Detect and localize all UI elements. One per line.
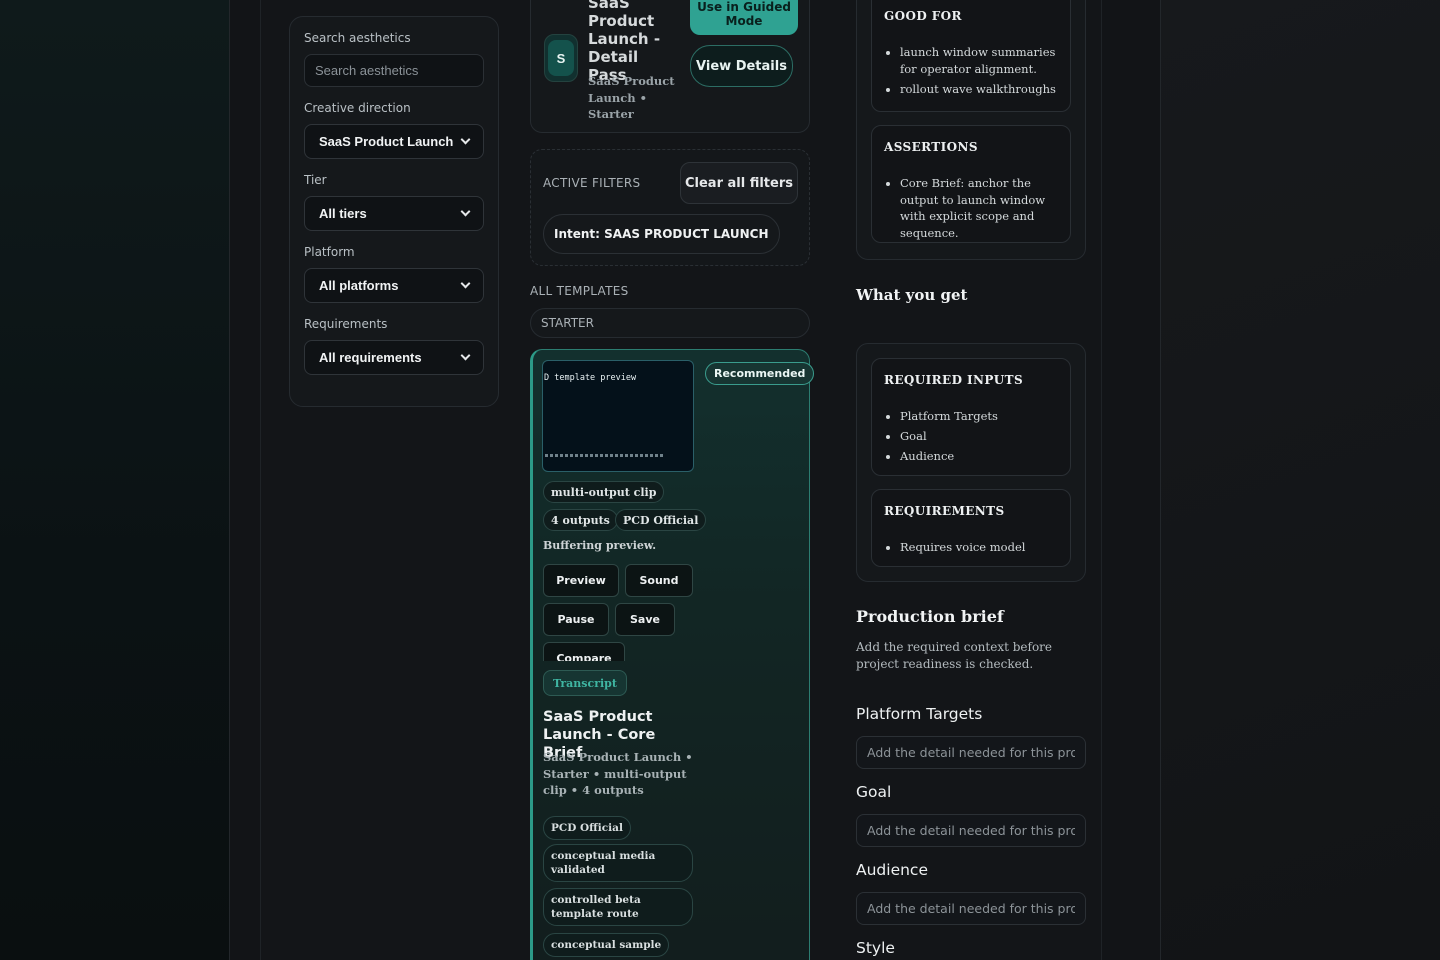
assertions-box: ASSERTIONS Core Brief: anchor the output… [871,125,1071,243]
requirements-label: Requirements [304,317,388,331]
template-card-detail-pass[interactable]: S SaaS Product Launch - Detail Pass SaaS… [530,0,810,133]
view-details-button[interactable]: View Details [690,45,793,87]
clear-filters-button[interactable]: Clear all filters [680,162,798,204]
audience-input[interactable] [856,892,1086,925]
search-input[interactable] [304,54,484,87]
output-type-pill: multi-output clip [543,481,665,503]
required-inputs-box: REQUIRED INPUTS Platform Targets Goal Au… [871,358,1071,476]
background-left [0,0,230,960]
tag-conceptual-sample: conceptual sample [543,933,670,957]
requirements-value: All requirements [319,350,422,365]
list-item: rollout wave walkthroughs [884,81,1060,98]
platform-targets-input[interactable] [856,736,1086,769]
direction-value: SaaS Product Launch [319,134,454,149]
avatar-letter: S [548,40,574,76]
save-button[interactable]: Save [615,603,675,636]
background-right [1160,0,1440,960]
list-item: Platform Targets [884,408,1060,425]
active-filters: ACTIVE FILTERS Clear all filters Intent:… [530,149,810,266]
sound-button[interactable]: Sound [625,564,693,597]
official-pill: PCD Official [615,509,707,531]
search-label: Search aesthetics [304,31,411,45]
goal-label: Goal [856,783,892,801]
list-item: Requires voice model [884,539,1060,556]
audience-label: Audience [856,861,928,879]
what-you-get-title: What you get [856,286,968,304]
chevron-down-icon [460,206,471,217]
chevron-down-icon [460,350,471,361]
preview-status: Buffering preview. [543,539,657,552]
transcript-button[interactable]: Transcript [543,670,627,696]
template-subtitle: SaaS Product Launch • Starter • multi-ou… [543,750,693,797]
template-subtitle: SaaS Product Launch • Starter [588,74,675,121]
goal-input[interactable] [856,814,1086,847]
template-card-core-brief[interactable]: D template preview Recommended multi-out… [530,349,815,960]
direction-select[interactable]: SaaS Product Launch [304,124,484,159]
requirements-list: Requires voice model [884,539,1060,559]
chevron-down-icon [460,278,471,289]
intent-filter-chip[interactable]: Intent: SAAS PRODUCT LAUNCH [543,214,780,254]
style-label: Style [856,939,895,957]
chevron-down-icon [460,134,471,145]
filter-panel: Search aesthetics Creative direction Saa… [289,16,499,407]
preview-button[interactable]: Preview [543,564,619,597]
use-guided-mode-button[interactable]: Use in Guided Mode [690,0,798,35]
recommended-badge: Recommended [705,362,815,385]
list-item: Core Brief: anchor the output to launch … [884,175,1060,241]
compare-clip: Compare [543,642,625,661]
production-brief-description: Add the required context before project … [856,640,1053,671]
assertions-list: Core Brief: anchor the output to launch … [884,175,1060,242]
list-item: launch window summaries for operator ali… [884,44,1060,77]
assertions-heading: ASSERTIONS [884,140,978,154]
platform-label: Platform [304,245,355,259]
pause-button[interactable]: Pause [543,603,609,636]
tag-official: PCD Official [543,816,631,840]
tag-media-validated: conceptual media validated [543,844,693,882]
production-brief-title: Production brief [856,607,1004,626]
preview-text: D template preview [544,373,637,383]
requirements-select[interactable]: All requirements [304,340,484,375]
direction-label: Creative direction [304,101,411,115]
template-title: SaaS Product Launch - Detail Pass [588,0,661,84]
template-avatar: S [544,34,578,82]
required-inputs-heading: REQUIRED INPUTS [884,373,1024,387]
requirements-heading: REQUIREMENTS [884,504,1005,518]
list-item: Goal [884,428,1060,445]
requirements-box: REQUIREMENTS Requires voice model [871,489,1071,567]
platform-targets-label: Platform Targets [856,705,983,723]
platform-value: All platforms [319,278,399,293]
template-preview[interactable]: D template preview [542,360,694,472]
active-filters-label: ACTIVE FILTERS [543,176,641,190]
outputs-count-pill: 4 outputs [543,509,618,531]
tier-label: Tier [304,173,327,187]
good-for-heading: GOOD FOR [884,9,962,23]
tag-beta-route: controlled beta template route [543,888,693,926]
platform-select[interactable]: All platforms [304,268,484,303]
tier-value: All tiers [319,206,367,221]
good-for-box: GOOD FOR launch window summaries for ope… [871,0,1071,112]
compare-button[interactable]: Compare [543,642,625,661]
list-item: Audience [884,448,1060,465]
tier-group-header[interactable]: STARTER [530,308,810,338]
tier-select[interactable]: All tiers [304,196,484,231]
required-inputs-list: Platform Targets Goal Audience [884,408,1060,468]
preview-progress-line [545,454,665,457]
all-templates-heading: ALL TEMPLATES [530,284,629,298]
good-for-list: launch window summaries for operator ali… [884,44,1060,101]
